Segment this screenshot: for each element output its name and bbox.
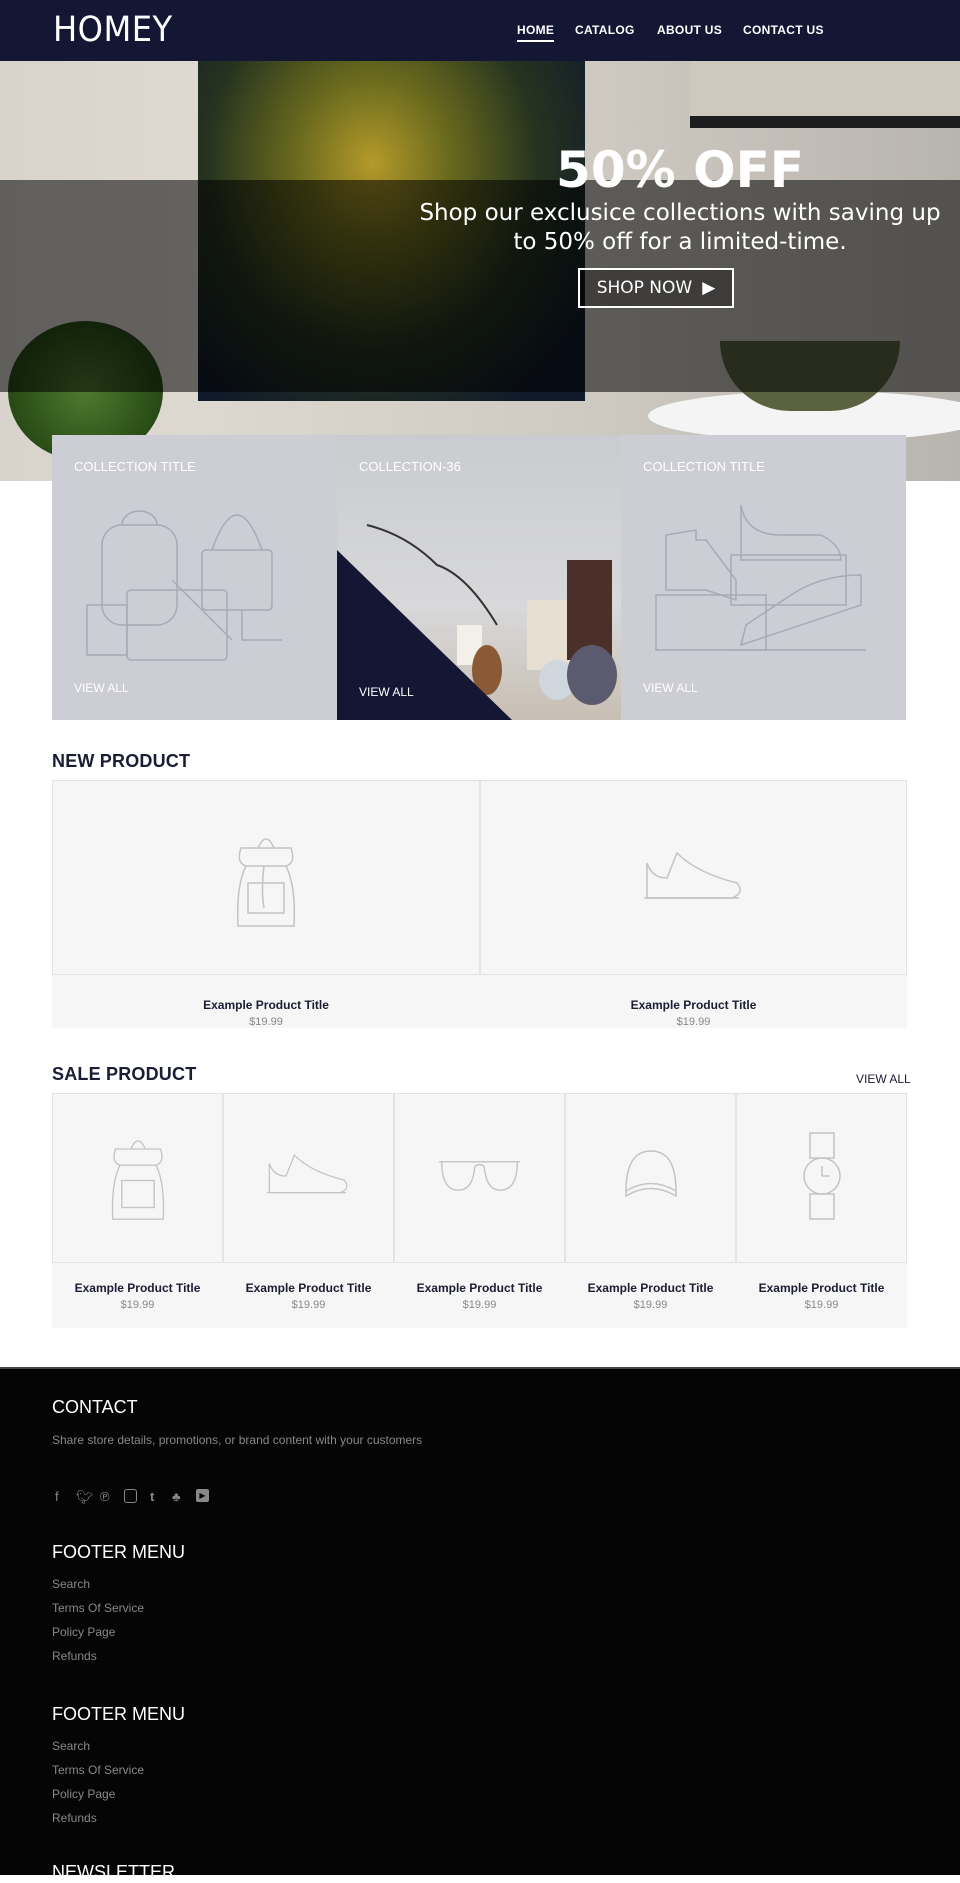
watch-icon bbox=[797, 1131, 847, 1226]
nav-about-us[interactable]: ABOUT US bbox=[657, 23, 722, 37]
product-title[interactable]: Example Product Title bbox=[565, 1281, 736, 1295]
product-price: $19.99 bbox=[291, 1299, 326, 1311]
sunglasses-icon bbox=[437, 1156, 522, 1201]
product-title[interactable]: Example Product Title bbox=[394, 1281, 565, 1295]
backpack-icon bbox=[93, 1131, 183, 1226]
play-triangle-icon: ▶ bbox=[702, 278, 716, 298]
footer-link-search[interactable]: Search bbox=[52, 1577, 90, 1591]
tumblr-icon[interactable]: t bbox=[150, 1489, 154, 1504]
product-title[interactable]: Example Product Title bbox=[736, 1281, 907, 1295]
product-card-image[interactable] bbox=[52, 1093, 223, 1263]
pinterest-icon[interactable]: ℗ bbox=[100, 1489, 110, 1504]
facebook-icon[interactable]: f bbox=[55, 1489, 59, 1504]
logo[interactable]: HOMEY bbox=[53, 10, 173, 50]
nav-home[interactable]: HOME bbox=[517, 23, 555, 42]
sale-product-item[interactable]: Example Product Title $19.99 bbox=[52, 1093, 223, 1328]
product-title[interactable]: Example Product Title bbox=[52, 1281, 223, 1295]
collection-card[interactable]: COLLECTION TITLE VIEW ALL bbox=[621, 435, 906, 720]
shoes-icon bbox=[655, 504, 866, 651]
product-price: $19.99 bbox=[462, 1299, 497, 1311]
product-card-image[interactable] bbox=[480, 780, 907, 975]
sale-product-grid: Example Product Title $19.99 Example Produ… bbox=[52, 1093, 907, 1328]
twitter-icon[interactable]: 🐦︎ bbox=[76, 1489, 94, 1506]
hero-subtitle: Shop our exclusice collections with savi… bbox=[419, 200, 941, 255]
sneaker-icon bbox=[643, 851, 741, 899]
product-price: $19.99 bbox=[120, 1299, 155, 1311]
product-card-image[interactable] bbox=[736, 1093, 907, 1263]
product-caption: Example Product Title $19.99 bbox=[736, 1263, 907, 1328]
shop-now-button[interactable]: SHOP NOW ▶ bbox=[578, 268, 734, 308]
product-caption: Example Product Title $19.99 bbox=[52, 975, 480, 1028]
sale-view-all-link[interactable]: VIEW ALL bbox=[856, 1072, 911, 1086]
product-price: $19.99 bbox=[249, 1016, 283, 1028]
product-title[interactable]: Example Product Title bbox=[52, 998, 480, 1012]
nav-contact-us[interactable]: CONTACT US bbox=[743, 23, 824, 37]
footer-menu-heading: FOOTER MENU bbox=[52, 1542, 185, 1562]
collection-photo bbox=[337, 524, 617, 720]
footer-link-policy[interactable]: Policy Page bbox=[52, 1787, 115, 1801]
footer-contact-heading: CONTACT bbox=[52, 1397, 138, 1417]
sale-product-item[interactable]: Example Product Title $19.99 bbox=[565, 1093, 736, 1328]
product-title[interactable]: Example Product Title bbox=[480, 998, 907, 1012]
snapchat-icon[interactable]: ♣ bbox=[172, 1489, 181, 1504]
cap-icon bbox=[621, 1146, 681, 1211]
product-card-image[interactable] bbox=[565, 1093, 736, 1263]
header-nav: HOMEY HOME CATALOG ABOUT US CONTACT US bbox=[0, 0, 960, 61]
shop-now-label: SHOP NOW bbox=[596, 278, 693, 298]
hero-image-hood bbox=[690, 116, 960, 128]
collection-title: COLLECTION TITLE bbox=[643, 459, 765, 474]
product-price: $19.99 bbox=[804, 1299, 839, 1311]
footer-link-terms[interactable]: Terms Of Service bbox=[52, 1763, 144, 1777]
newsletter-heading: NEWSLETTER bbox=[52, 1862, 176, 1882]
sale-product-heading: SALE PRODUCT bbox=[52, 1064, 197, 1084]
collection-view-all[interactable]: VIEW ALL bbox=[74, 681, 129, 695]
collection-card[interactable]: COLLECTION TITLE VIEW ALL bbox=[52, 435, 337, 720]
product-card-image[interactable] bbox=[52, 780, 480, 975]
product-price: $19.99 bbox=[676, 1016, 711, 1028]
bags-icon bbox=[86, 510, 282, 661]
hero-image-cabinet bbox=[690, 61, 960, 121]
footer-menu-heading: FOOTER MENU bbox=[52, 1704, 185, 1724]
nav-catalog[interactable]: CATALOG bbox=[575, 23, 635, 37]
product-caption: Example Product Title $19.99 bbox=[223, 1263, 394, 1328]
footer-link-terms[interactable]: Terms Of Service bbox=[52, 1601, 144, 1615]
collection-view-all[interactable]: VIEW ALL bbox=[359, 685, 414, 699]
sale-product-item[interactable]: Example Product Title $19.99 bbox=[394, 1093, 565, 1328]
product-caption: Example Product Title $19.99 bbox=[480, 975, 907, 1028]
backpack-icon bbox=[236, 837, 296, 927]
product-price: $19.99 bbox=[633, 1299, 668, 1311]
footer-contact-text: Share store details, promotions, or bran… bbox=[52, 1433, 423, 1447]
product-caption: Example Product Title $19.99 bbox=[52, 1263, 223, 1328]
product-card-image[interactable] bbox=[394, 1093, 565, 1263]
product-caption: Example Product Title $19.99 bbox=[565, 1263, 736, 1328]
footer-link-policy[interactable]: Policy Page bbox=[52, 1625, 115, 1639]
product-title[interactable]: Example Product Title bbox=[223, 1281, 394, 1295]
collection-title: COLLECTION TITLE bbox=[74, 459, 196, 474]
footer-link-refunds[interactable]: Refunds bbox=[52, 1811, 97, 1825]
new-product-heading: NEW PRODUCT bbox=[52, 751, 191, 771]
youtube-icon[interactable]: ▶ bbox=[196, 1489, 209, 1502]
sale-product-item[interactable]: Example Product Title $19.99 bbox=[736, 1093, 907, 1328]
collection-title: COLLECTION-36 bbox=[359, 459, 461, 474]
product-caption: Example Product Title $19.99 bbox=[394, 1263, 565, 1328]
footer-link-refunds[interactable]: Refunds bbox=[52, 1649, 97, 1663]
sneaker-icon bbox=[261, 1151, 356, 1206]
footer-link-search[interactable]: Search bbox=[52, 1739, 90, 1753]
hero-banner bbox=[0, 61, 960, 481]
sale-product-item[interactable]: Example Product Title $19.99 bbox=[223, 1093, 394, 1328]
hero-title: 50% OFF bbox=[556, 141, 804, 199]
collection-view-all[interactable]: VIEW ALL bbox=[643, 681, 698, 695]
collection-card[interactable]: COLLECTION-36 VIEW ALL bbox=[337, 435, 622, 720]
product-card-image[interactable] bbox=[223, 1093, 394, 1263]
instagram-icon[interactable] bbox=[124, 1489, 137, 1503]
